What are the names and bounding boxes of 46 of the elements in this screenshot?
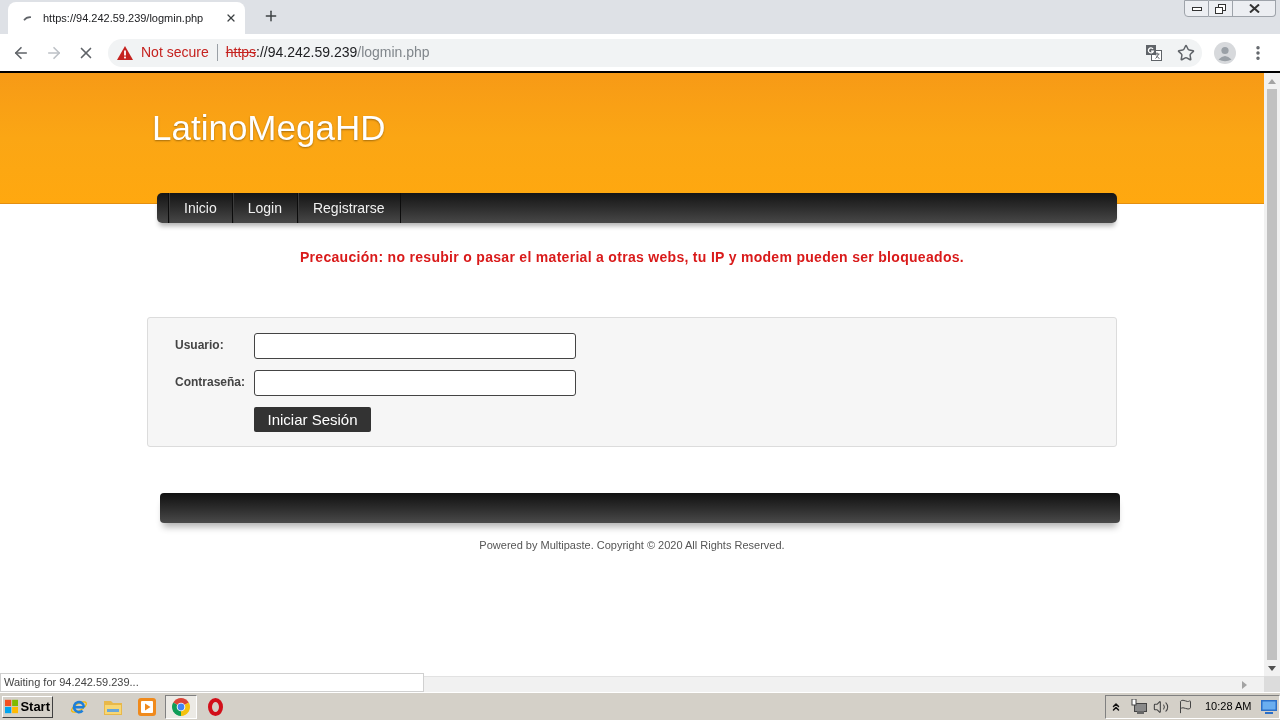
horizontal-scrollbar[interactable] bbox=[424, 676, 1264, 692]
avatar-icon[interactable] bbox=[1214, 41, 1236, 64]
scroll-down-icon[interactable] bbox=[1268, 665, 1276, 671]
url-text[interactable]: https://94.242.59.239/logmin.php bbox=[225, 42, 430, 63]
input-field[interactable] bbox=[254, 370, 576, 396]
nav-link[interactable]: Registrarse bbox=[296, 193, 401, 223]
new-tab-icon[interactable] bbox=[263, 8, 279, 24]
minimize-button[interactable] bbox=[1184, 0, 1209, 17]
close-button[interactable] bbox=[1233, 0, 1276, 17]
minimize-icon bbox=[1191, 6, 1202, 11]
clock-text[interactable]: 10:28 AM bbox=[1205, 698, 1252, 715]
taskbar-button[interactable] bbox=[165, 694, 197, 719]
browser-tab[interactable]: https://94.242.59.239/logmin.php bbox=[8, 2, 245, 34]
speaker-icon[interactable] bbox=[1153, 698, 1169, 715]
ring-logo-icon bbox=[207, 697, 223, 716]
scrollbar-thumb[interactable] bbox=[1267, 89, 1277, 660]
close-icon bbox=[1248, 4, 1260, 13]
windows-flag-icon bbox=[5, 699, 19, 714]
play-icon bbox=[138, 697, 156, 716]
close-tab-icon[interactable] bbox=[225, 12, 237, 24]
field-label: Contraseña: bbox=[175, 373, 246, 391]
translate-icon[interactable] bbox=[1146, 44, 1162, 61]
network-icon[interactable] bbox=[1131, 699, 1147, 714]
start-button[interactable]: Start bbox=[2, 695, 53, 718]
flag-icon[interactable] bbox=[1178, 699, 1193, 714]
restore-icon bbox=[1215, 3, 1226, 14]
show-desktop-icon[interactable] bbox=[1261, 699, 1277, 714]
chevron-up-icon[interactable] bbox=[1110, 700, 1122, 713]
site-title: LatinoMegaHD bbox=[152, 108, 387, 148]
login-button[interactable]: Iniciar Sesión bbox=[254, 407, 371, 432]
footer-text: Powered by Multipaste. Copyright © 2020 All Rights Reserved. bbox=[478, 539, 786, 551]
vertical-scrollbar[interactable] bbox=[1264, 73, 1280, 676]
warning-text: Precaución: no resubir o pasar el material a otras webs, tu IP y modem pueden ser bloqueados. bbox=[298, 249, 966, 265]
folder-icon bbox=[104, 698, 122, 715]
security-indicator[interactable]: Not secure bbox=[117, 42, 209, 63]
input-field[interactable] bbox=[254, 333, 576, 359]
nav-link[interactable]: Login bbox=[231, 193, 297, 223]
restore-button[interactable] bbox=[1209, 0, 1233, 17]
scrollbar-corner bbox=[1264, 676, 1280, 692]
nav-link[interactable]: Inicio bbox=[168, 193, 232, 223]
address-bar[interactable]: Not secure https://94.242.59.239/logmin.php bbox=[108, 38, 1202, 67]
field-label: Usuario: bbox=[175, 336, 225, 354]
warning-icon bbox=[117, 45, 133, 60]
round-logo-icon bbox=[172, 697, 190, 716]
bookmark-star-icon[interactable] bbox=[1177, 43, 1195, 62]
status-bubble: Waiting for 94.242.59.239... bbox=[0, 673, 424, 692]
